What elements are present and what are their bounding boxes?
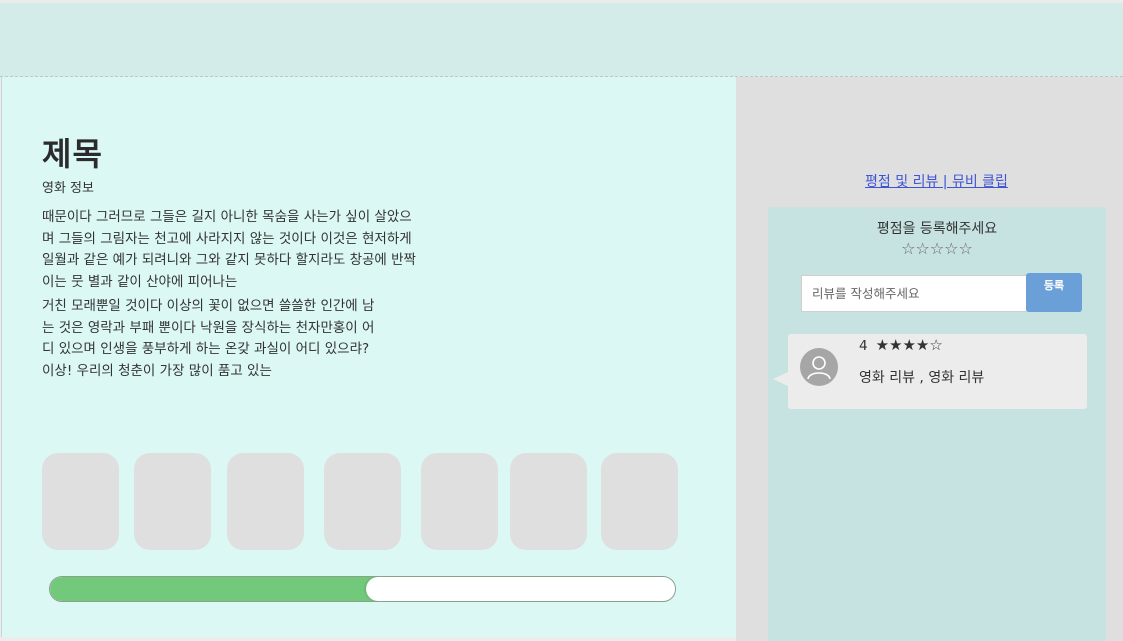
rating-prompt: 평점을 등록해주세요 xyxy=(876,221,998,237)
review-stars: ★★★★☆ xyxy=(875,336,943,354)
top-header-bar xyxy=(0,3,1123,77)
review-rating: 4 ★★★★☆ xyxy=(859,336,943,354)
submit-review-button[interactable]: 등록 xyxy=(1026,273,1082,312)
movie-description-1: 때문이다 그러므로 그들은 길지 아니한 목숨을 사는가 싶이 살았으 며 그들… xyxy=(42,209,416,290)
thumbnail[interactable] xyxy=(324,453,401,550)
thumbnail-strip xyxy=(2,453,736,551)
thumbnail[interactable] xyxy=(134,453,211,550)
movie-info-label: 영화 정보 xyxy=(42,181,94,196)
review-sidebar: 평점 및 리뷰 | 뮤비 클립 평점을 등록해주세요 ☆☆☆☆☆ 등록 4 ★★★… xyxy=(736,77,1123,641)
movie-detail-panel: 제목 영화 정보 때문이다 그러므로 그들은 길지 아니한 목숨을 사는가 싶이… xyxy=(1,77,736,637)
thumbnail[interactable] xyxy=(227,453,304,550)
review-panel: 평점을 등록해주세요 ☆☆☆☆☆ 등록 4 ★★★★☆ 영화 리뷰 , 영화 리뷰 xyxy=(768,207,1106,641)
reviews-clips-link[interactable]: 평점 및 리뷰 | 뮤비 클립 xyxy=(865,174,1008,190)
star-rating-input[interactable]: ☆☆☆☆☆ xyxy=(768,239,1106,258)
progress-fill xyxy=(50,577,380,601)
thumbnail[interactable] xyxy=(421,453,498,550)
movie-description-2: 거친 모래뿐일 것이다 이상의 꽃이 없으면 쓸쓸한 인간에 남 는 것은 영락… xyxy=(42,298,375,379)
review-input[interactable] xyxy=(801,275,1027,312)
user-avatar-icon xyxy=(800,348,838,386)
review-rating-value: 4 xyxy=(859,338,868,354)
thumbnail[interactable] xyxy=(510,453,587,550)
progress-bar[interactable] xyxy=(49,576,676,602)
progress-remaining[interactable] xyxy=(365,577,675,601)
movie-title: 제목 xyxy=(42,135,103,173)
review-text: 영화 리뷰 , 영화 리뷰 xyxy=(859,370,985,386)
sidebar-nav: 평점 및 리뷰 | 뮤비 클립 xyxy=(736,171,1123,191)
thumbnail[interactable] xyxy=(42,453,119,550)
thumbnail[interactable] xyxy=(601,453,678,550)
review-item: 4 ★★★★☆ 영화 리뷰 , 영화 리뷰 xyxy=(773,334,1087,409)
